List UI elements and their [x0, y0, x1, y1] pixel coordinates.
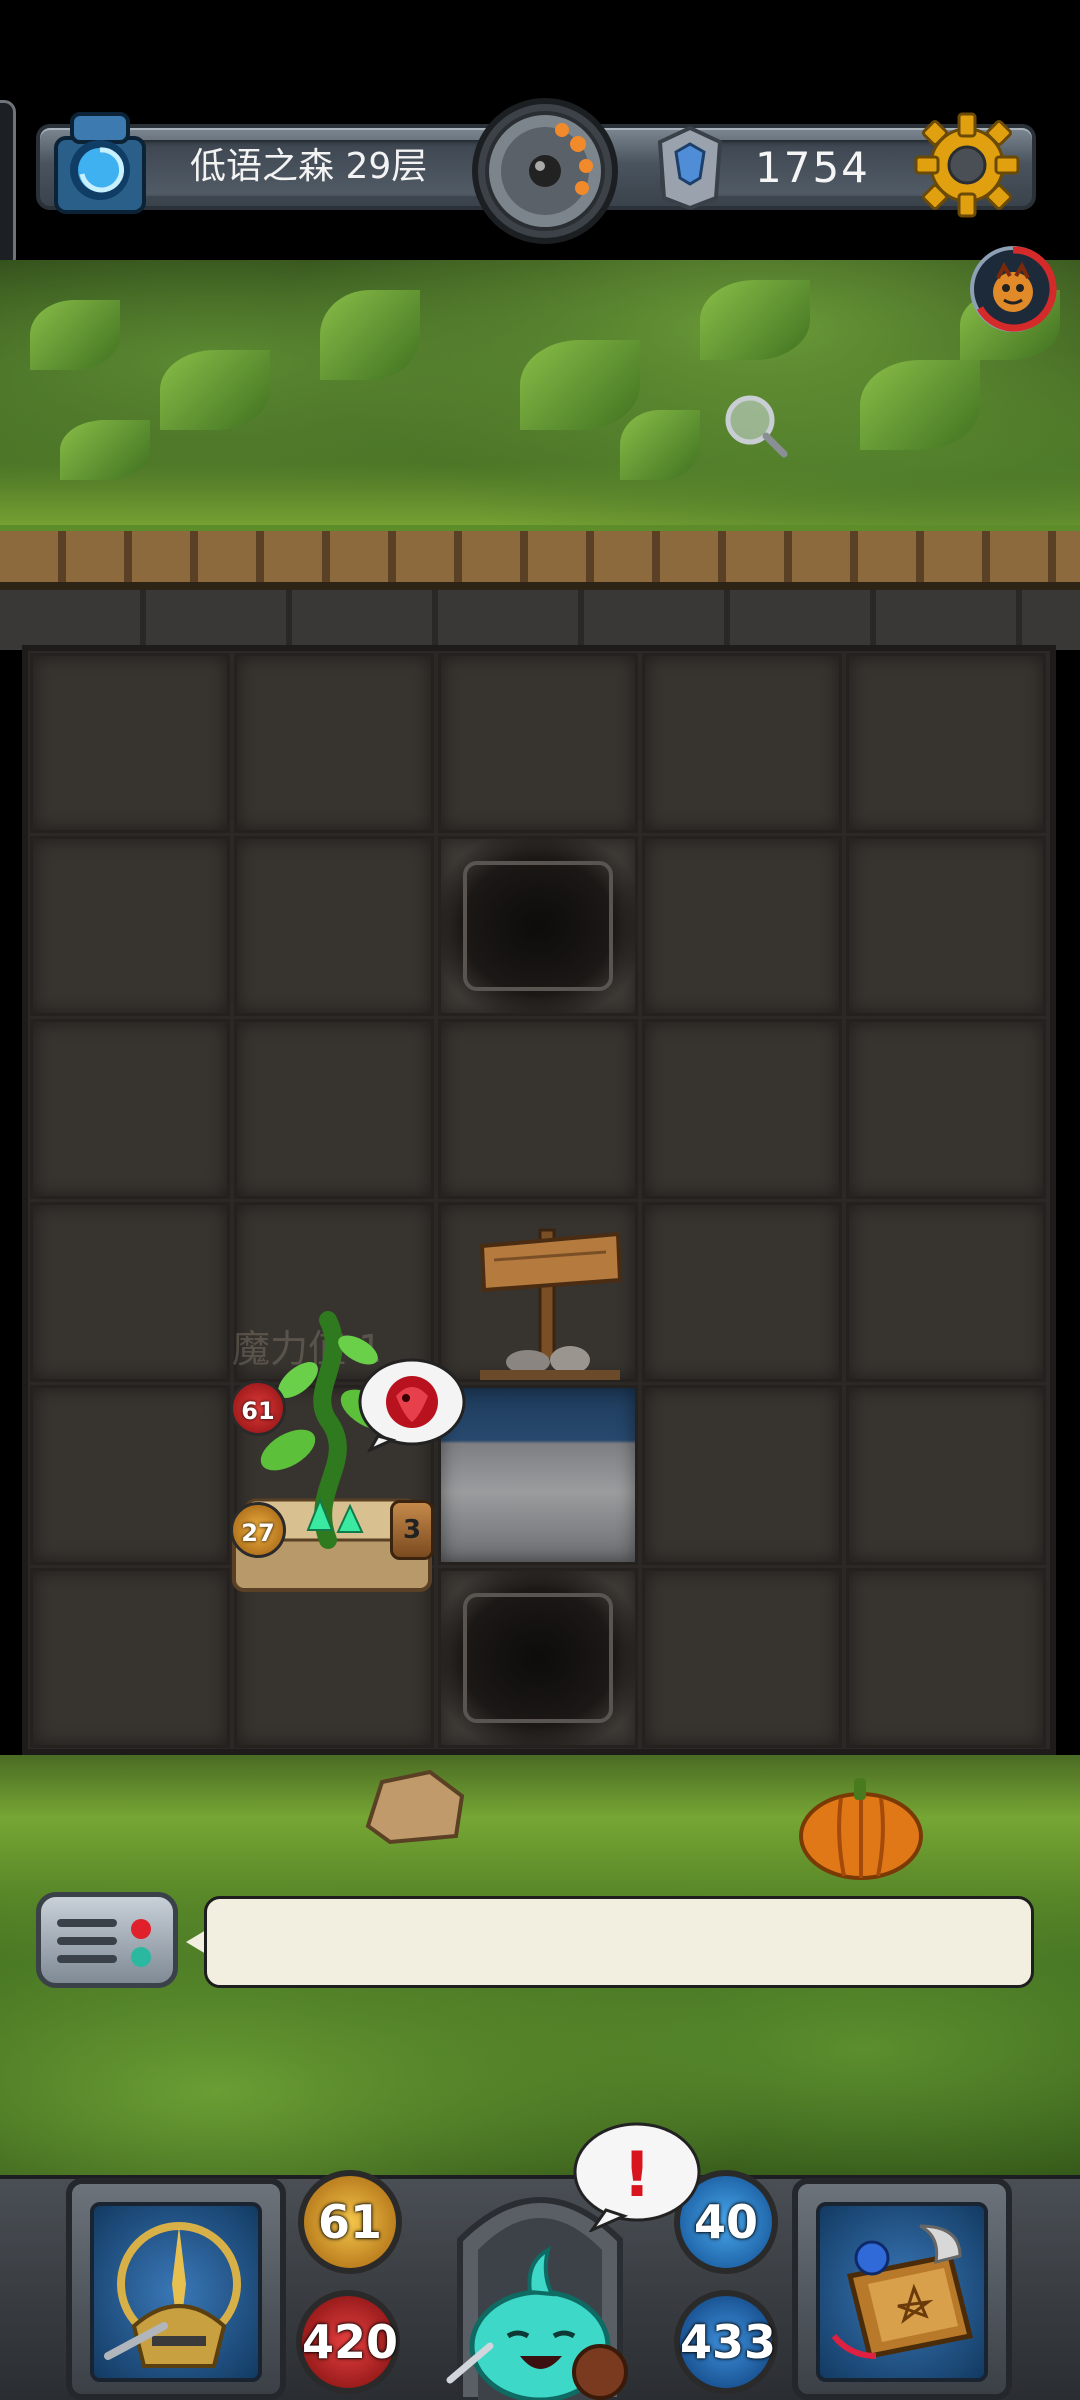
magnifier-icon[interactable]	[720, 390, 790, 460]
stone-wall	[0, 590, 1080, 650]
spellbook-frame	[816, 2202, 988, 2382]
floor-tile[interactable]	[642, 836, 842, 1016]
player-attack-orb: 61	[298, 2170, 402, 2274]
floor-tile[interactable]	[234, 1019, 434, 1199]
floor-tile[interactable]	[30, 1202, 230, 1382]
floor-title: 低语之森 29层	[190, 146, 428, 187]
floor-tile[interactable]	[438, 653, 638, 833]
knight-helmet-icon	[104, 2222, 241, 2368]
floor-tile[interactable]	[846, 1019, 1046, 1199]
dirt-ledge	[0, 525, 1080, 590]
player-hp-orb: 420	[296, 2290, 400, 2394]
stairs-tile[interactable]	[438, 1385, 638, 1565]
monster-attack-badge: 27	[230, 1502, 286, 1558]
spellbook-button[interactable]	[792, 2178, 1012, 2400]
equipment-frame	[90, 2202, 262, 2382]
floor-tile[interactable]	[30, 836, 230, 1016]
floor-tile[interactable]	[30, 653, 230, 833]
message-bubble	[204, 1896, 1034, 1988]
boss-portrait-icon[interactable]	[968, 244, 1058, 334]
equipment-button[interactable]	[66, 2178, 286, 2400]
floor-tile[interactable]	[846, 653, 1046, 833]
floor-tile[interactable]	[642, 1385, 842, 1565]
floor-tile[interactable]	[642, 653, 842, 833]
rock-decoration	[365, 1769, 465, 1845]
floor-tile[interactable]	[846, 1385, 1046, 1565]
floor-tile[interactable]	[234, 653, 434, 833]
rune-gem-icon	[657, 125, 723, 211]
player-mp-orb: 433	[674, 2290, 778, 2394]
floor-tile[interactable]	[642, 1568, 842, 1748]
floor-tile[interactable]	[846, 1568, 1046, 1748]
signpost-icon[interactable]	[470, 1210, 630, 1380]
alert-mark: !	[623, 2138, 651, 2211]
pit-tile[interactable]	[438, 836, 638, 1016]
floor-tile[interactable]	[846, 1202, 1046, 1382]
message-log-icon	[57, 1919, 151, 1967]
side-panel-tab[interactable]	[0, 100, 16, 270]
exclamation-icon: !	[573, 2122, 701, 2234]
dragon-emblem-icon	[358, 1358, 466, 1452]
floor-tile[interactable]	[234, 836, 434, 1016]
floor-tile[interactable]	[438, 1019, 638, 1199]
pit-tile[interactable]	[438, 1568, 638, 1748]
pumpkin-decoration	[799, 1778, 923, 1880]
floor-tile[interactable]	[30, 1568, 230, 1748]
message-log-button[interactable]	[36, 1892, 178, 1988]
message-bubble-tail	[186, 1930, 206, 1954]
floor-tile[interactable]	[642, 1019, 842, 1199]
compass-icon[interactable]	[470, 96, 620, 246]
spellbook-icon	[831, 2224, 974, 2359]
gold-counter: 1754	[755, 143, 870, 192]
portal-icon[interactable]	[50, 108, 150, 218]
floor-tile[interactable]	[642, 1202, 842, 1382]
monster-hp-badge: 61	[230, 1380, 286, 1436]
monster-count-badge: 3	[390, 1500, 434, 1560]
alert-bubble[interactable]: !	[572, 2120, 702, 2234]
dungeon-grid	[22, 645, 1056, 1755]
gear-icon[interactable]	[912, 110, 1022, 220]
floor-tile[interactable]	[846, 836, 1046, 1016]
floor-tile[interactable]	[30, 1019, 230, 1199]
floor-tile[interactable]	[30, 1385, 230, 1565]
